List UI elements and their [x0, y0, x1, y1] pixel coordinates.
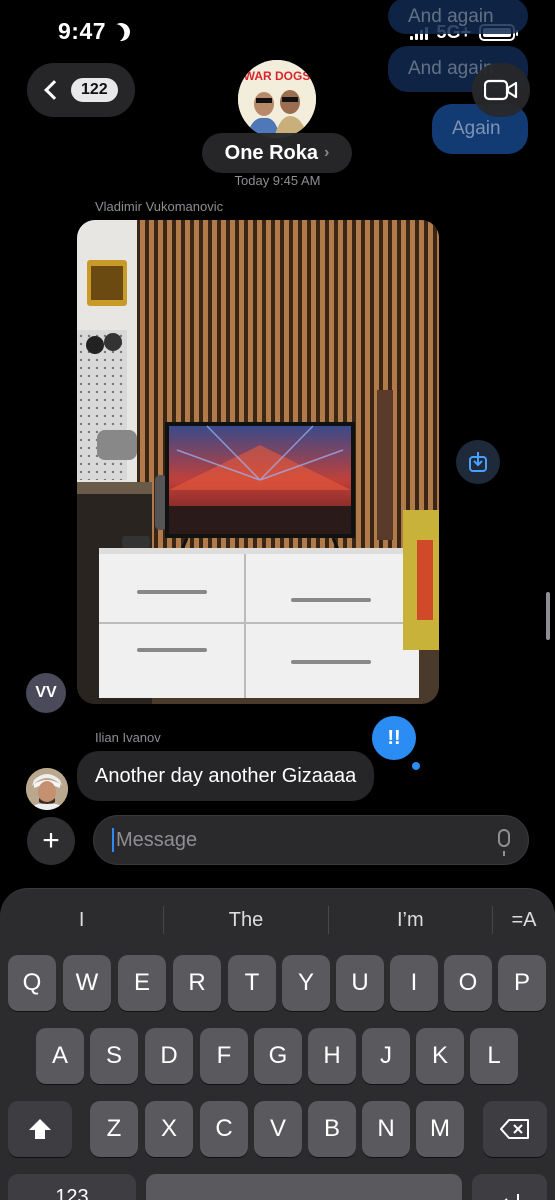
key-f[interactable]: F	[200, 1028, 248, 1084]
outgoing-bubble: And again	[388, 0, 528, 34]
format-icon[interactable]: =A	[493, 909, 555, 932]
suggestion-2[interactable]: The	[164, 909, 327, 932]
return-key[interactable]	[472, 1174, 547, 1200]
sender-name: Ilian Ivanov	[95, 730, 161, 745]
shift-key[interactable]	[8, 1101, 72, 1157]
incoming-message-bubble[interactable]: Another day another Gizaaaa	[77, 751, 375, 801]
video-camera-icon	[484, 79, 518, 101]
tapback-emphasis-icon[interactable]: !!	[372, 716, 416, 760]
key-n[interactable]: N	[362, 1101, 410, 1157]
space-key[interactable]	[146, 1174, 462, 1200]
photo-attachment[interactable]	[77, 220, 439, 704]
key-s[interactable]: S	[90, 1028, 138, 1084]
suggestion-3[interactable]: I’m	[329, 909, 492, 932]
key-r[interactable]: R	[173, 955, 221, 1011]
message-placeholder: Message	[116, 828, 198, 851]
sender-avatar[interactable]: VV	[26, 673, 66, 713]
group-avatar-image: WAR DOGS	[238, 60, 316, 138]
numbers-key[interactable]: 123	[8, 1174, 136, 1200]
key-b[interactable]: B	[308, 1101, 356, 1157]
key-y[interactable]: Y	[282, 955, 330, 1011]
return-arrow-icon	[504, 1194, 519, 1200]
key-v[interactable]: V	[254, 1101, 302, 1157]
plus-icon: +	[42, 824, 60, 857]
video-call-button[interactable]	[472, 63, 530, 117]
save-photo-button[interactable]	[456, 440, 500, 484]
tapback-tail	[412, 762, 420, 770]
scrollbar[interactable]	[546, 592, 550, 640]
suggestion-1[interactable]: I	[0, 909, 163, 932]
key-i[interactable]: I	[390, 955, 438, 1011]
key-o[interactable]: O	[444, 955, 492, 1011]
key-m[interactable]: M	[416, 1101, 464, 1157]
key-p[interactable]: P	[498, 955, 546, 1011]
key-w[interactable]: W	[63, 955, 111, 1011]
photo-image	[77, 220, 439, 704]
predictive-text-bar: I The I’m =A	[0, 900, 555, 940]
sender-name: Vladimir Vukomanovic	[95, 199, 224, 214]
key-j[interactable]: J	[362, 1028, 410, 1084]
avatar-title: WAR DOGS	[244, 69, 311, 83]
key-l[interactable]: L	[470, 1028, 518, 1084]
key-x[interactable]: X	[145, 1101, 193, 1157]
focus-moon-icon	[110, 20, 133, 43]
backspace-icon	[500, 1119, 529, 1139]
key-a[interactable]: A	[36, 1028, 84, 1084]
key-e[interactable]: E	[118, 955, 166, 1011]
status-bar-time: 9:47	[58, 18, 130, 45]
key-q[interactable]: Q	[8, 955, 56, 1011]
avatar-photo	[26, 768, 68, 810]
key-t[interactable]: T	[228, 955, 276, 1011]
chevron-right-icon: ›	[324, 144, 330, 161]
message-text: Another day another Gizaaaa	[95, 764, 357, 787]
key-z[interactable]: Z	[90, 1101, 138, 1157]
key-c[interactable]: C	[200, 1101, 248, 1157]
time-text: 9:47	[58, 18, 107, 44]
message-timestamp: Today 9:45 AM	[234, 173, 321, 188]
delete-key[interactable]	[483, 1101, 547, 1157]
unread-count-badge: 122	[71, 78, 118, 102]
message-input[interactable]: Message	[93, 815, 529, 865]
shift-arrow-icon	[29, 1119, 51, 1139]
download-icon	[469, 452, 487, 472]
sender-avatar[interactable]	[26, 768, 68, 810]
key-h[interactable]: H	[308, 1028, 356, 1084]
key-u[interactable]: U	[336, 955, 384, 1011]
add-attachment-button[interactable]: +	[27, 817, 75, 865]
chevron-left-icon	[44, 80, 64, 100]
key-d[interactable]: D	[145, 1028, 193, 1084]
contact-name: One Roka	[224, 141, 319, 164]
text-cursor	[112, 828, 114, 852]
group-avatar[interactable]: WAR DOGS	[238, 60, 316, 138]
contact-name-button[interactable]: One Roka ›	[202, 133, 352, 173]
back-button[interactable]: 122	[27, 63, 135, 117]
key-k[interactable]: K	[416, 1028, 464, 1084]
microphone-icon[interactable]	[498, 829, 510, 856]
key-g[interactable]: G	[254, 1028, 302, 1084]
